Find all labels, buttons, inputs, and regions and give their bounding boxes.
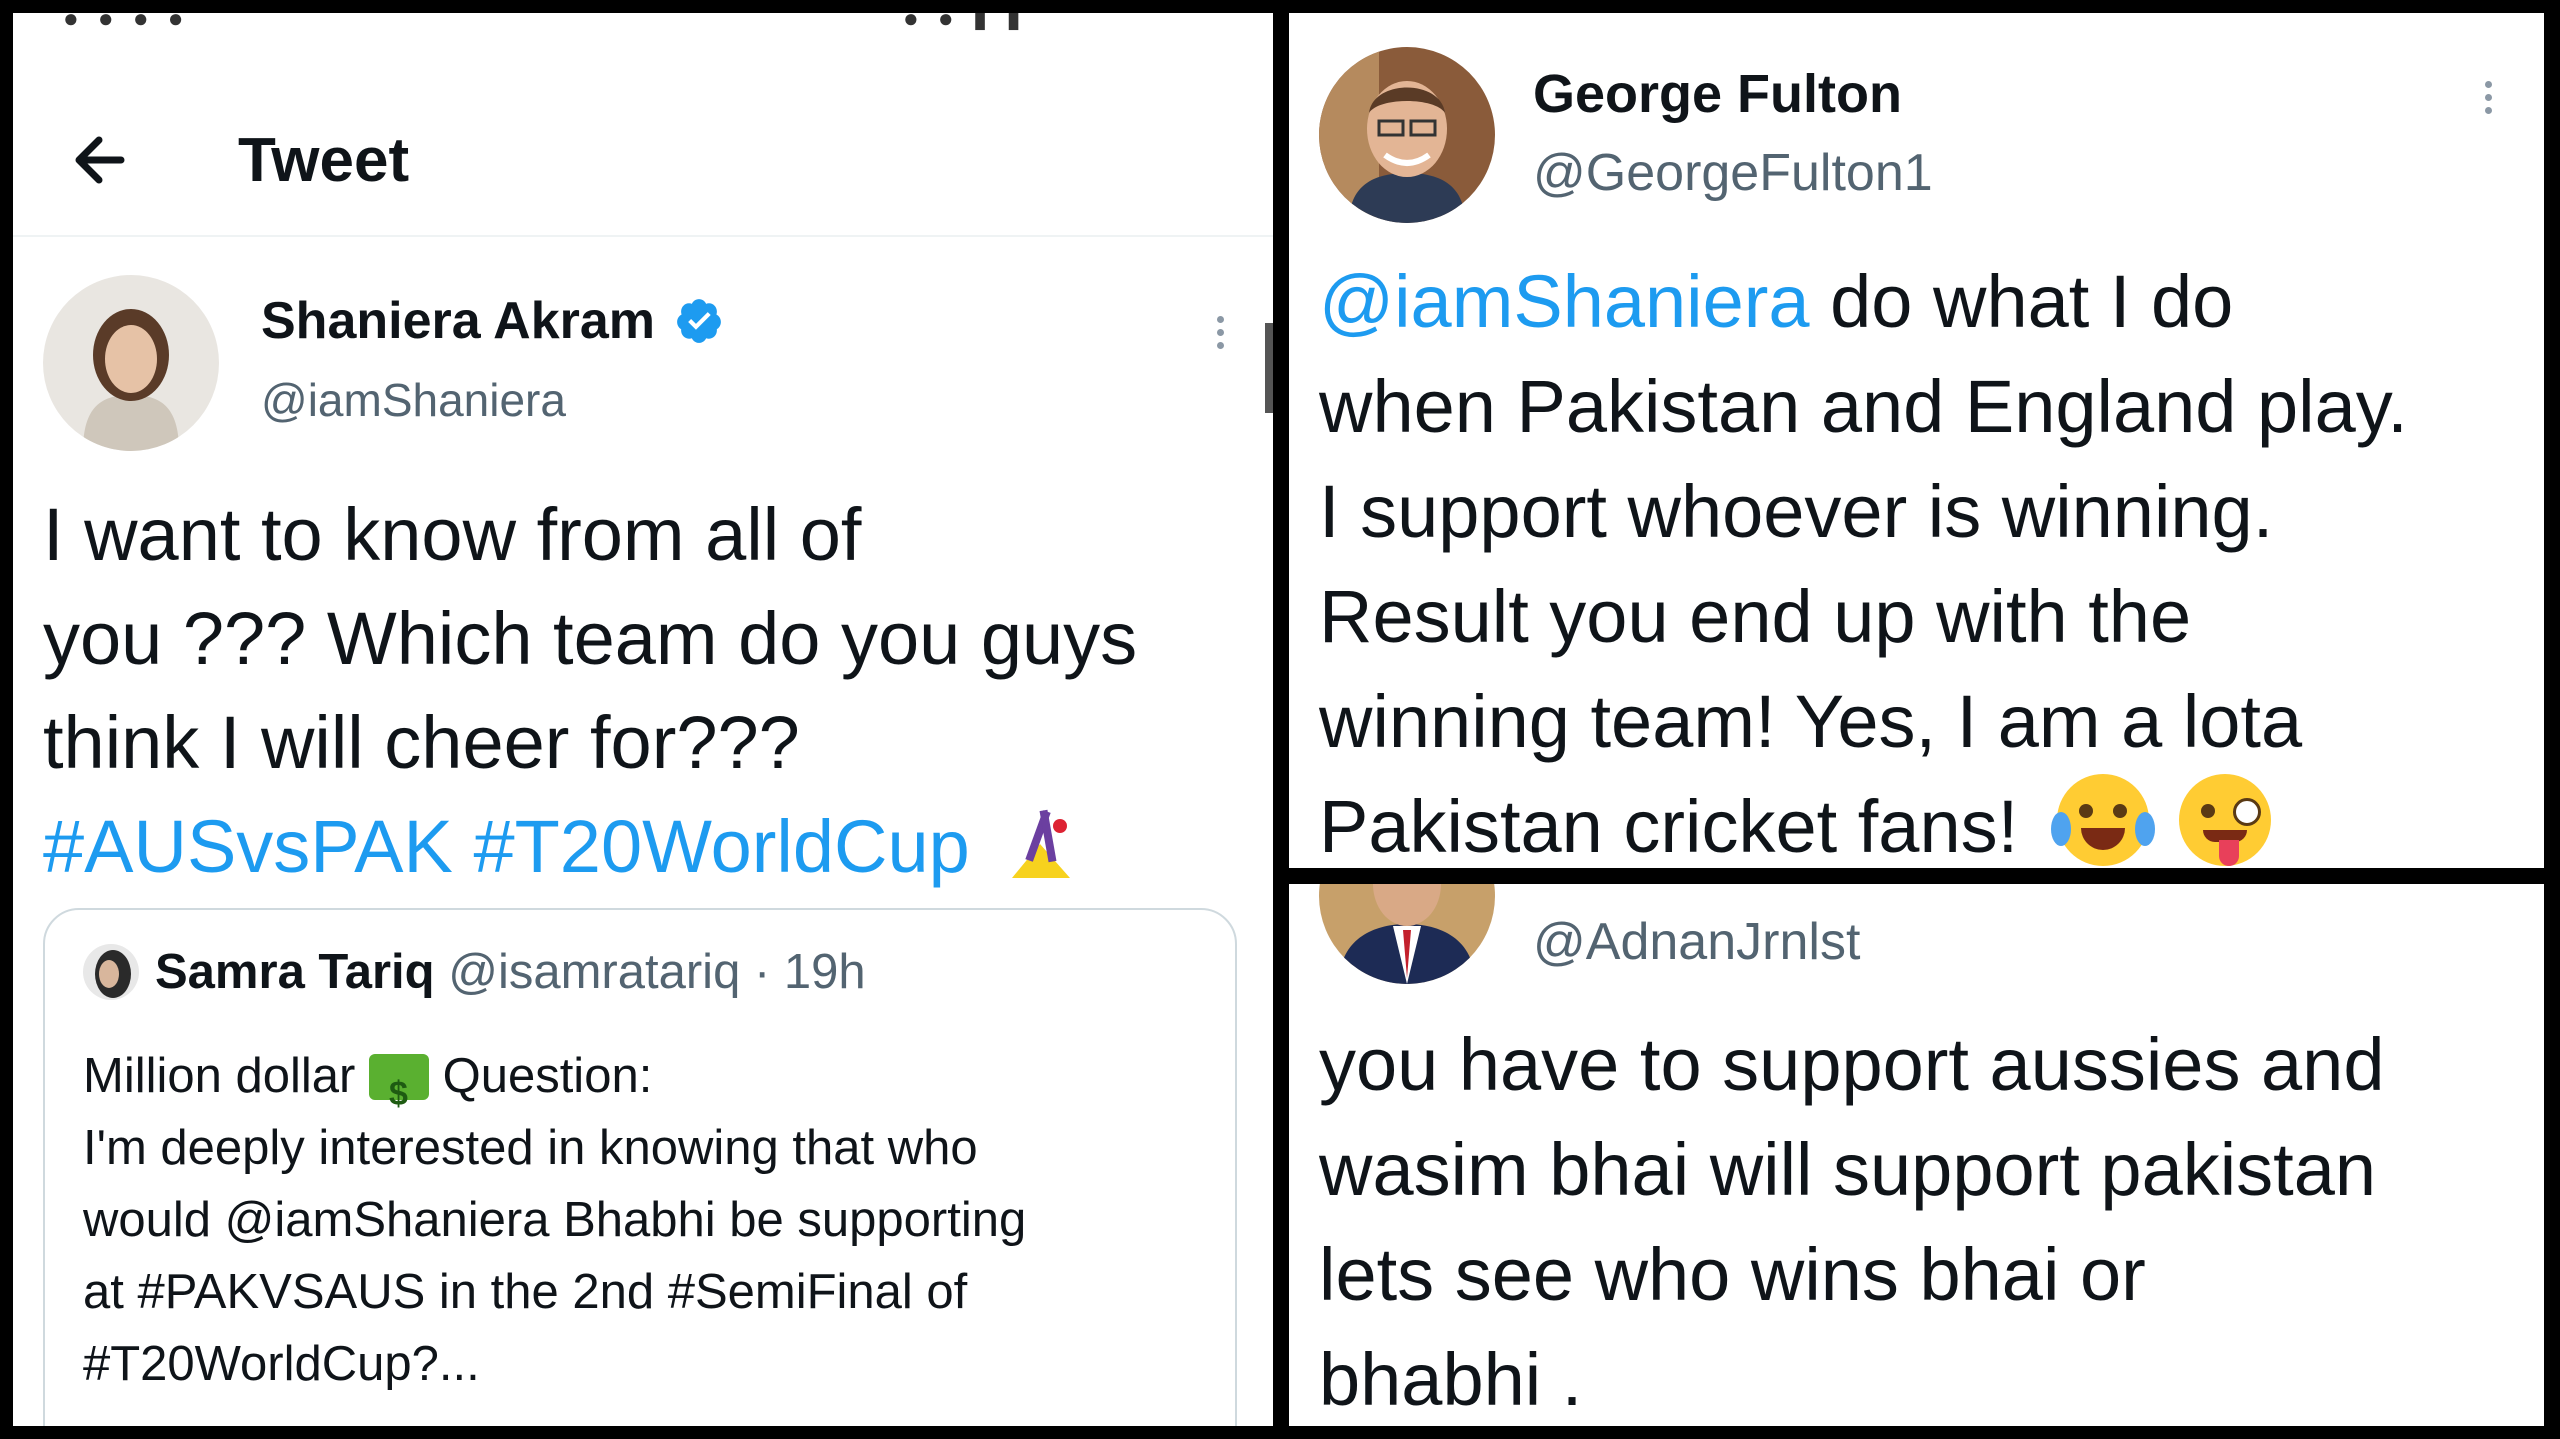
- profile-photo: [1319, 884, 1495, 984]
- status-bar: ● ● ● ● ● ● ▮ ▮: [13, 13, 1273, 35]
- quoted-line: would @iamShaniera Bhabhi be supporting: [83, 1193, 1027, 1247]
- avatar[interactable]: [1319, 884, 1495, 984]
- quoted-line: Million dollar Question:: [83, 1040, 1026, 1130]
- page-header: Tweet: [13, 35, 1273, 237]
- quoted-line-text: Question:: [442, 1049, 653, 1103]
- tweet-line: Result you end up with the: [1319, 575, 2192, 658]
- tweet-text: I want to know from all of you ??? Which…: [43, 483, 1137, 899]
- more-options-icon[interactable]: [1214, 316, 1226, 355]
- tweet-line: @iamShaniera do what I do: [1319, 249, 2408, 354]
- tweet-line: when Pakistan and England play.: [1319, 365, 2408, 448]
- back-arrow-icon: [75, 136, 125, 184]
- username[interactable]: @AdnanJrnlst: [1533, 912, 1860, 972]
- quoted-line: #T20WorldCup?...: [83, 1337, 480, 1391]
- quoted-username[interactable]: @isamratariq: [448, 945, 740, 999]
- quoted-text: Million dollar Question: I'm deeply inte…: [83, 1040, 1026, 1400]
- tweet-line: think I will cheer for???: [43, 701, 800, 784]
- status-icons-right: ● ● ▮ ▮: [903, 13, 1027, 33]
- scrollbar[interactable]: [1265, 323, 1273, 413]
- quoted-header: Samra Tariq @isamratariq · 19h: [155, 944, 866, 1000]
- tweet-line: Pakistan cricket fans!: [1319, 774, 2408, 868]
- money-emoji-icon: [368, 1054, 429, 1130]
- tweet-line: you have to support aussies and: [1319, 1023, 2385, 1106]
- page-title: Tweet: [238, 126, 410, 195]
- tweet-detail-panel: ● ● ● ● ● ● ▮ ▮ Tweet Shaniera Akram @ia…: [13, 13, 1273, 1426]
- reply-tweet-adnan: @AdnanJrnlst you have to support aussies…: [1289, 884, 2544, 1426]
- profile-photo: [43, 275, 219, 451]
- tweet-line-text: Pakistan cricket fans!: [1319, 785, 2019, 868]
- display-name-text: Shaniera Akram: [261, 292, 656, 350]
- hashtag-link[interactable]: #AUSvsPAK #T20WorldCup: [43, 805, 970, 888]
- hashtag-line: #AUSvsPAK #T20WorldCup: [43, 795, 1137, 899]
- verified-badge-icon: [676, 299, 721, 343]
- display-name[interactable]: Shaniera Akram: [261, 291, 724, 351]
- quoted-profile-photo: [83, 944, 139, 1000]
- cricket-emoji-icon: [1012, 809, 1071, 878]
- display-name[interactable]: George Fulton: [1533, 63, 1902, 125]
- back-button[interactable]: [65, 120, 145, 200]
- username[interactable]: @iamShaniera: [261, 373, 566, 427]
- tweet-line: bhabhi .: [1319, 1338, 1583, 1421]
- quoted-timestamp[interactable]: · 19h: [754, 945, 866, 999]
- tweet-line-text: do what I do: [1809, 260, 2234, 343]
- avatar[interactable]: [43, 275, 219, 451]
- tweet-line: I support whoever is winning.: [1319, 470, 2274, 553]
- avatar[interactable]: [1319, 47, 1495, 223]
- tweet-text: @iamShaniera do what I do when Pakistan …: [1319, 249, 2408, 868]
- quoted-avatar[interactable]: [83, 944, 139, 1000]
- reply-tweet-george: George Fulton @GeorgeFulton1 @iamShanier…: [1289, 13, 2544, 868]
- laughing-emoji-icon: [2050, 774, 2155, 866]
- quoted-display-name[interactable]: Samra Tariq: [155, 945, 435, 999]
- profile-photo: [1319, 47, 1495, 223]
- winking-tongue-emoji-icon: [2179, 774, 2272, 866]
- mention-link[interactable]: @iamShaniera: [1319, 260, 1810, 343]
- quoted-line-text: Million dollar: [83, 1049, 356, 1103]
- quoted-tweet[interactable]: Samra Tariq @isamratariq · 19h Million d…: [43, 908, 1237, 1426]
- more-options-icon[interactable]: [2482, 81, 2494, 120]
- quoted-line: I'm deeply interested in knowing that wh…: [83, 1121, 978, 1175]
- tweet-line: you ??? Which team do you guys: [43, 597, 1138, 680]
- tweet-line: winning team! Yes, I am a lota: [1319, 680, 2303, 763]
- tweet-line: wasim bhai will support pakistan: [1319, 1128, 2377, 1211]
- tweet-line: I want to know from all of: [43, 493, 862, 576]
- tweet-line: lets see who wins bhai or: [1319, 1233, 2146, 1316]
- quoted-line: at #PAKVSAUS in the 2nd #SemiFinal of: [83, 1265, 968, 1319]
- status-icons-left: ● ● ● ●: [63, 13, 190, 33]
- tweet-text: you have to support aussies and wasim bh…: [1319, 1012, 2384, 1426]
- username[interactable]: @GeorgeFulton1: [1533, 143, 1933, 203]
